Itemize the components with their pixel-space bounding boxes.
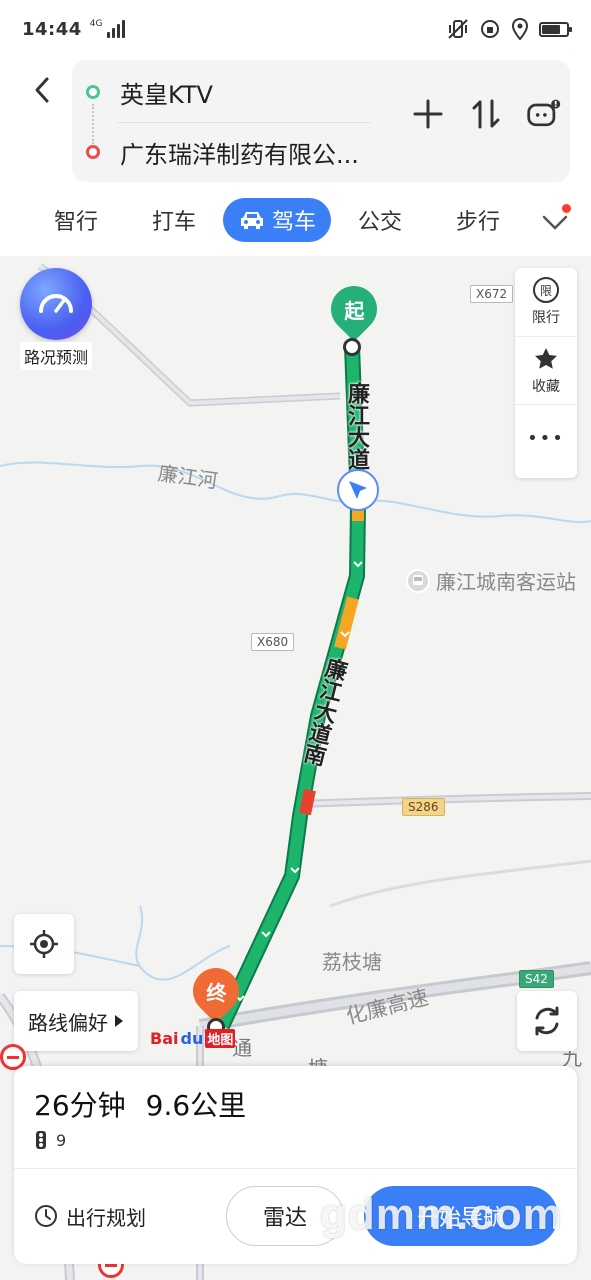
triangle-right-icon — [115, 1015, 123, 1027]
add-waypoint-button[interactable] — [410, 96, 446, 132]
start-pin-base — [343, 338, 361, 356]
clock-icon — [35, 1205, 57, 1227]
traffic-limit-button[interactable]: 限 限行 — [515, 268, 577, 336]
route-duration: 26分钟 — [34, 1089, 126, 1122]
route-summary-card: 26分钟 9.6公里 9 出行规划 雷达 开始导航 — [14, 1066, 577, 1264]
back-button[interactable] — [22, 70, 62, 110]
more-icon: ••• — [527, 428, 565, 449]
traffic-predict-button[interactable]: 路况预测 — [16, 268, 96, 370]
start-dot-icon — [86, 85, 100, 99]
current-location-arrow — [337, 469, 379, 511]
swap-icon — [472, 99, 500, 129]
trip-plan-button[interactable]: 出行规划 — [34, 1190, 146, 1242]
notification-dot — [562, 204, 571, 213]
bus-station-icon — [406, 568, 430, 593]
favorite-label: 收藏 — [532, 378, 560, 395]
road-name-main: 廉江大道 — [344, 382, 369, 470]
trip-plan-label: 出行规划 — [66, 1205, 146, 1230]
road-badge-s286: S286 — [402, 798, 445, 816]
route-preference-button[interactable]: 路线偏好 — [14, 991, 138, 1051]
more-modes-button[interactable] — [537, 204, 573, 240]
chevron-down-icon — [542, 215, 568, 230]
car-icon — [240, 212, 263, 229]
more-tools-button[interactable]: ••• — [515, 404, 577, 472]
mode-tabs: 智行 打车 驾车 公交 步行 — [0, 196, 591, 244]
traffic-lights-count: 9 — [56, 1130, 67, 1150]
traffic-lights-info: 9 — [34, 1130, 66, 1150]
locate-button[interactable] — [14, 914, 74, 974]
radar-button[interactable]: 雷达 — [226, 1186, 344, 1246]
end-point-field[interactable]: 广东瑞洋制药有限公... — [72, 122, 372, 182]
route-preference-label: 路线偏好 — [28, 1010, 108, 1035]
baidu-map-logo: Bai du 地图 — [150, 1029, 236, 1048]
route-summary: 26分钟 9.6公里 — [34, 1084, 246, 1124]
road-badge-x680: X680 — [251, 633, 295, 651]
status-bar: 14:44 4G — [0, 0, 591, 58]
road-badge-x672: X672 — [470, 285, 514, 303]
limit-icon: 限 — [533, 277, 559, 303]
signal-icon: 4G — [90, 20, 125, 38]
map-tools-panel: 限 限行 收藏 ••• — [515, 268, 577, 478]
location-icon — [511, 18, 529, 40]
tab-smart[interactable]: 智行 — [27, 204, 125, 236]
rotation-lock-icon — [481, 20, 499, 38]
refresh-icon — [535, 1006, 559, 1036]
route-distance: 9.6公里 — [145, 1089, 247, 1122]
start-navigation-button[interactable]: 开始导航 — [364, 1186, 558, 1246]
end-dot-icon — [86, 145, 100, 159]
swap-button[interactable] — [468, 96, 504, 132]
tab-walk[interactable]: 步行 — [429, 204, 527, 236]
refresh-route-button[interactable] — [517, 991, 577, 1051]
locate-icon — [30, 930, 58, 958]
battery-icon — [539, 21, 572, 37]
end-place-text: 广东瑞洋制药有限公... — [120, 140, 359, 169]
traffic-predict-label: 路况预测 — [19, 342, 92, 370]
start-place-text: 英皇KTV — [120, 80, 213, 109]
tab-drive[interactable]: 驾车 — [223, 198, 331, 242]
tab-taxi[interactable]: 打车 — [125, 204, 223, 236]
favorite-button[interactable]: 收藏 — [515, 336, 577, 404]
traffic-limit-label: 限行 — [532, 310, 560, 326]
route-header: 英皇KTV 广东瑞洋制药有限公... 智行 打车 驾车 公交 步行 — [0, 58, 591, 256]
navigation-arrow-icon — [349, 481, 367, 499]
poi-bus-station-label: 廉江城南客运站 — [436, 570, 576, 594]
voice-assistant-icon — [527, 99, 561, 127]
road-badge-s42: S42 — [519, 970, 554, 988]
vibrate-icon — [448, 19, 468, 39]
voice-assistant-button[interactable] — [526, 96, 562, 132]
poi-bus-station[interactable]: 廉江城南客运站 — [406, 566, 576, 595]
village-label: 荔枝塘 — [322, 950, 382, 974]
speedometer-icon — [20, 268, 92, 340]
start-point-field[interactable]: 英皇KTV — [72, 62, 372, 122]
traffic-light-icon — [36, 1131, 46, 1149]
tab-bus[interactable]: 公交 — [331, 204, 429, 236]
route-input-box: 英皇KTV 广东瑞洋制药有限公... — [72, 60, 570, 182]
status-time: 14:44 — [22, 18, 82, 40]
tab-drive-label: 驾车 — [271, 210, 316, 235]
star-icon — [535, 347, 557, 369]
back-icon — [35, 77, 49, 103]
add-icon — [413, 99, 443, 129]
